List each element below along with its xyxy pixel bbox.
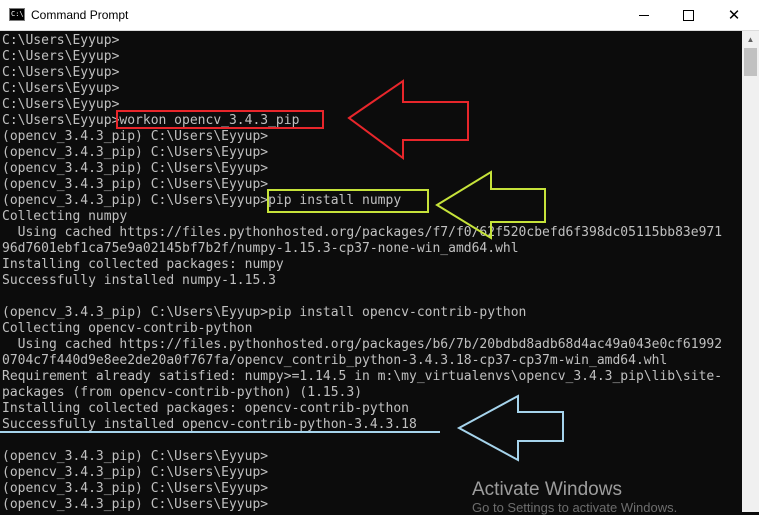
annotation-arrows [347, 79, 564, 462]
blue-arrow-icon [456, 394, 564, 462]
green-arrow-icon [435, 170, 546, 240]
red-arrow-icon [347, 79, 469, 160]
activate-windows-title: Activate Windows [472, 479, 622, 500]
activate-windows-subtitle: Go to Settings to activate Windows. [472, 500, 678, 515]
